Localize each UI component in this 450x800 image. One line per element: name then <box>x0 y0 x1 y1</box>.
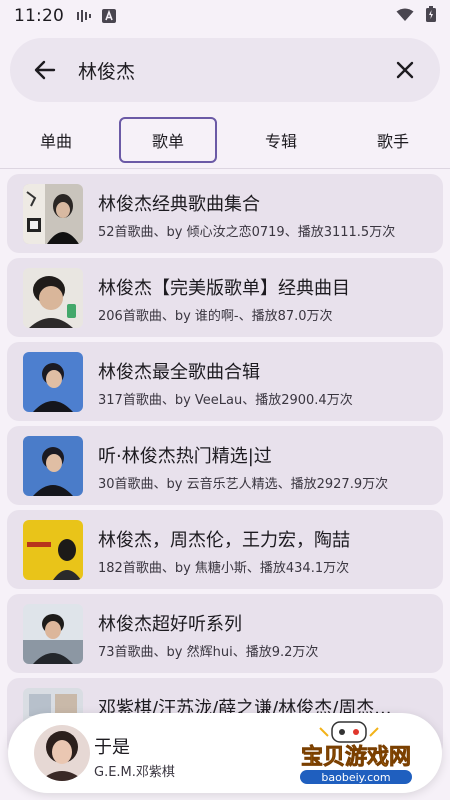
search-input[interactable]: 林俊杰 <box>78 57 392 84</box>
playlist-cover <box>23 604 83 664</box>
tab-playlists[interactable]: 歌单 <box>119 117 217 163</box>
playlist-title: 林俊杰经典歌曲集合 <box>98 194 260 215</box>
playlist-cover <box>23 436 83 496</box>
playlist-title: 林俊杰最全歌曲合辑 <box>98 362 260 383</box>
playlist-meta: 30首歌曲、by 云音乐艺人精选、播放2927.9万次 <box>98 477 389 492</box>
status-time: 11:20 <box>14 6 64 26</box>
playlist-meta: 206首歌曲、by 谁的啊-、播放87.0万次 <box>98 309 333 324</box>
playlist-card[interactable]: 林俊杰，周杰伦，王力宏，陶喆 182首歌曲、by 焦糖小斯、播放434.1万次 <box>7 510 443 589</box>
watermark-url: baobeiy.com <box>321 771 390 784</box>
playlist-meta: 182首歌曲、by 焦糖小斯、播放434.1万次 <box>98 561 350 576</box>
now-playing-artist: G.E.M.邓紫棋 <box>94 765 175 780</box>
battery-icon <box>426 6 436 26</box>
playlist-meta: 73首歌曲、by 然辉hui、播放9.2万次 <box>98 645 319 660</box>
playlist-card[interactable]: 林俊杰超好听系列 73首歌曲、by 然辉hui、播放9.2万次 <box>7 594 443 673</box>
tab-bar: 单曲 歌单 专辑 歌手 <box>0 114 450 166</box>
playlist-card[interactable]: 林俊杰【完美版歌单】经典曲目 206首歌曲、by 谁的啊-、播放87.0万次 <box>7 258 443 337</box>
playlist-cover <box>23 184 83 244</box>
playlist-card[interactable]: 听·林俊杰热门精选|过 30首歌曲、by 云音乐艺人精选、播放2927.9万次 <box>7 426 443 505</box>
playlist-title: 林俊杰【完美版歌单】经典曲目 <box>98 278 350 299</box>
playlist-card[interactable]: 林俊杰最全歌曲合辑 317首歌曲、by VeeLau、播放2900.4万次 <box>7 342 443 421</box>
clear-search-icon[interactable] <box>392 57 418 83</box>
status-bar: 11:20 <box>0 0 450 32</box>
playlist-cover <box>23 268 83 328</box>
playlist-title: 林俊杰，周杰伦，王力宏，陶喆 <box>98 530 350 551</box>
tab-divider <box>0 168 450 169</box>
wifi-icon <box>396 7 414 26</box>
playlist-meta: 52首歌曲、by 倾心汝之恋0719、播放3111.5万次 <box>98 225 396 240</box>
playlist-title: 林俊杰超好听系列 <box>98 614 242 635</box>
search-bar[interactable]: 林俊杰 <box>10 38 440 102</box>
tab-albums[interactable]: 专辑 <box>232 117 330 163</box>
watermark-logo: 宝贝游戏网 baobeiy.com <box>276 718 436 786</box>
back-arrow-icon[interactable] <box>32 57 58 83</box>
now-playing-title: 于是 <box>94 737 130 758</box>
now-playing-cover <box>34 725 90 781</box>
notification-a-icon <box>102 9 116 23</box>
watermark-text: 宝贝游戏网 <box>301 744 411 770</box>
playlist-cover <box>23 352 83 412</box>
playlist-meta: 317首歌曲、by VeeLau、播放2900.4万次 <box>98 393 353 408</box>
playlist-title: 听·林俊杰热门精选|过 <box>98 446 272 467</box>
voicemail-icon <box>76 9 92 23</box>
playlist-card[interactable]: 林俊杰经典歌曲集合 52首歌曲、by 倾心汝之恋0719、播放3111.5万次 <box>7 174 443 253</box>
playlist-cover <box>23 520 83 580</box>
tab-artists[interactable]: 歌手 <box>344 117 442 163</box>
tab-songs[interactable]: 单曲 <box>7 117 105 163</box>
